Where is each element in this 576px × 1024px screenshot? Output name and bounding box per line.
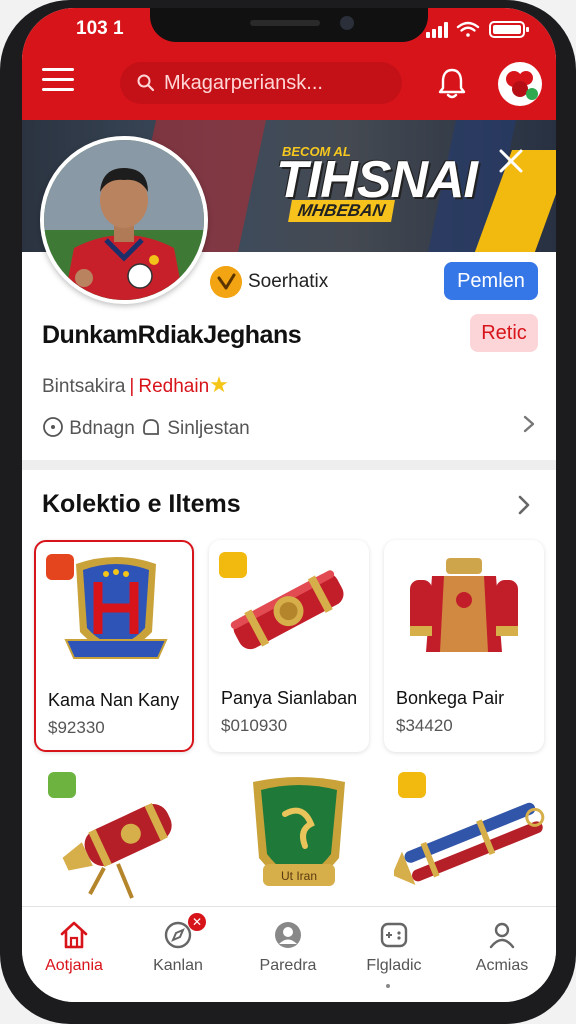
info-left: Bdnagn [69, 418, 135, 439]
status-time: 103 1 [76, 18, 124, 39]
meta-separator: | [129, 376, 135, 397]
user-circle-icon [275, 922, 301, 948]
menu-icon-line [42, 68, 74, 71]
nav-item-explore[interactable]: ✕ Kanlan [128, 907, 228, 987]
green-shield-icon: Ut Iran [253, 777, 345, 886]
page-indicator [386, 984, 390, 988]
search-icon [137, 74, 155, 92]
item-name: Panya Sianlaban [221, 688, 358, 708]
app-screen: 103 1 Mkagarperiansk... BECOM AL TIHSNAI… [22, 8, 556, 1002]
star-icon: ★ [209, 372, 229, 397]
section-title: Kolektio e Iltems [42, 490, 241, 518]
banner-tag: MHBEBAN [288, 200, 395, 222]
nav-label: Aotjania [45, 957, 103, 974]
menu-icon-line [42, 78, 74, 81]
speaker [250, 20, 320, 26]
profile-meta: Bintsakira | Redhain★ [42, 372, 229, 398]
chevron-right-icon[interactable] [516, 494, 532, 516]
armor-item-icon [410, 558, 518, 652]
search-input[interactable]: Mkagarperiansk... [120, 62, 402, 104]
item-card[interactable] [44, 768, 204, 918]
item-name: Bonkega Pair [396, 688, 505, 708]
notch [150, 8, 428, 42]
item-price: $34420 [396, 716, 453, 735]
phone-frame: 103 1 Mkagarperiansk... BECOM AL TIHSNAI… [0, 0, 576, 1024]
nav-label: Flgladic [366, 957, 422, 974]
close-icon[interactable] [494, 144, 528, 178]
item-price: $010930 [221, 716, 288, 735]
menu-button[interactable] [42, 68, 74, 96]
signal-icon [426, 22, 448, 38]
battery-icon [489, 21, 529, 38]
item-card[interactable]: Bonkega Pair $34420 [384, 540, 544, 752]
nav-item-home[interactable]: Aotjania [24, 907, 124, 987]
meta-prefix: Bintsakira [42, 376, 126, 397]
top-bar: 103 1 Mkagarperiansk... [22, 8, 556, 120]
item-tag-icon [219, 552, 247, 578]
nav-item-account[interactable]: Acmias [452, 907, 552, 987]
gamepad-icon [380, 922, 408, 948]
nav-item-games[interactable]: Flgladic [344, 907, 444, 987]
item-name: Kama Nan Kany [48, 690, 180, 710]
status-icons [426, 21, 529, 38]
wifi-icon [456, 21, 480, 37]
nav-item-profile[interactable]: Paredra [238, 907, 338, 987]
bell-icon[interactable] [436, 66, 468, 100]
shield-badge-text: Ut Iran [281, 869, 317, 883]
player-portrait [44, 140, 204, 300]
nav-label: Paredra [259, 957, 317, 974]
search-text: Mkagarperiansk... [164, 72, 323, 94]
nav-label: Kanlan [153, 957, 203, 974]
home-icon [60, 921, 88, 949]
item-card[interactable]: Panya Sianlaban $010930 [209, 540, 369, 752]
clock-icon [43, 417, 63, 437]
item-card[interactable]: Kama Nan Kany $92330 [34, 540, 194, 752]
item-card[interactable] [394, 768, 554, 918]
profile-avatar[interactable] [40, 136, 208, 304]
menu-icon-line [42, 88, 74, 91]
chevron-right-icon[interactable] [522, 414, 536, 434]
item-price: $92330 [48, 718, 105, 737]
notification-badge-icon: ✕ [188, 913, 206, 931]
camera [340, 16, 354, 30]
verified-badge-icon [210, 266, 242, 298]
profile-info-row[interactable]: Bdnagn Sinljestan [42, 416, 250, 440]
item-tag-icon [46, 554, 74, 580]
verified-label: Soerhatix [248, 271, 329, 292]
user-avatar-icon[interactable] [498, 62, 542, 106]
info-right: Sinljestan [167, 418, 250, 439]
item-tag-icon [398, 772, 426, 798]
item-tag-icon [48, 772, 76, 798]
item-card[interactable]: Ut Iran [219, 768, 379, 918]
profile-name: DunkamRdiakJeghans [42, 321, 302, 349]
person-icon [489, 922, 515, 949]
link-icon [143, 419, 159, 435]
section-divider [22, 460, 556, 470]
follow-button[interactable]: Pemlen [444, 262, 538, 300]
rank-badge[interactable]: Retic [470, 314, 538, 352]
meta-highlight: Redhain [138, 376, 210, 397]
bottom-nav: Aotjania ✕ Kanlan Paredra Flgladic Acmia… [22, 906, 556, 1002]
nav-label: Acmias [475, 957, 529, 974]
